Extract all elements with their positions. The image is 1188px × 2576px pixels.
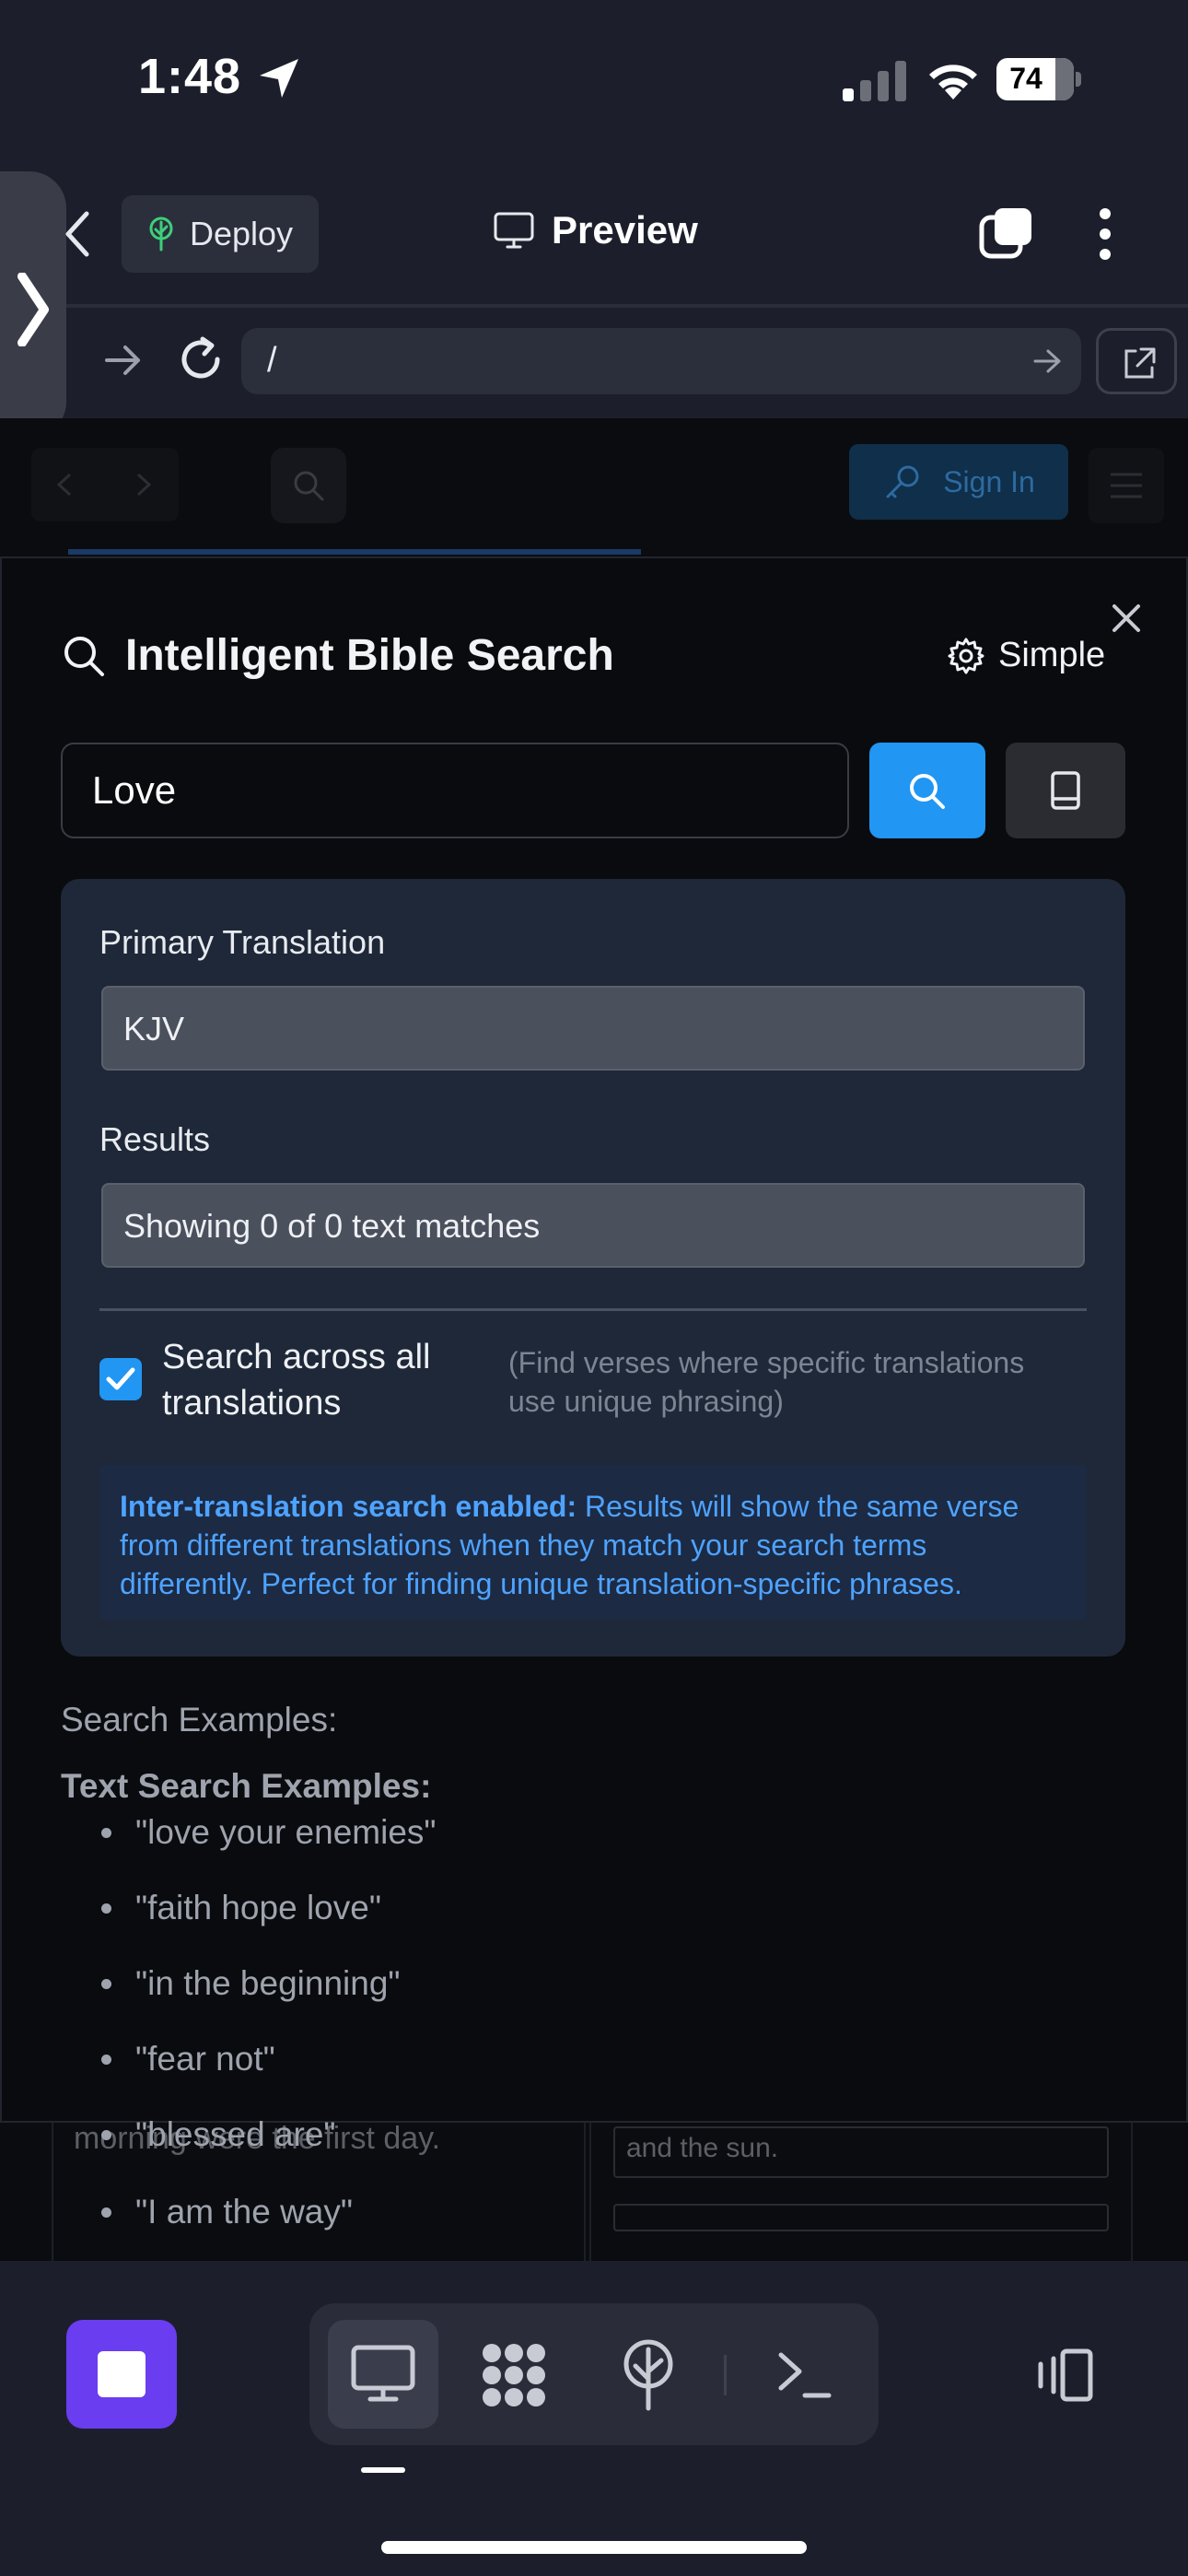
options-divider — [99, 1308, 1087, 1311]
results-value: Showing 0 of 0 text matches — [123, 1207, 541, 1245]
example-item[interactable]: "faith hope love" — [101, 1889, 381, 1927]
terminal-icon[interactable] — [775, 2346, 833, 2401]
header-nav-arrows[interactable] — [31, 448, 179, 521]
search-all-translations-label[interactable]: Search across all translations — [162, 1334, 494, 1426]
wifi-icon — [929, 64, 977, 100]
external-link-icon — [1124, 347, 1156, 379]
home-indicator[interactable] — [381, 2541, 807, 2554]
more-vertical-icon[interactable] — [1092, 206, 1118, 262]
battery-icon: 74 — [996, 58, 1081, 100]
primary-translation-label: Primary Translation — [99, 923, 386, 961]
monitor-icon — [494, 212, 534, 249]
toolbar-separator — [724, 2355, 727, 2395]
preview-label: Preview — [552, 208, 698, 252]
modal-header: Intelligent Bible Search — [61, 630, 614, 681]
preview-tab[interactable]: Preview — [493, 208, 698, 252]
example-item[interactable]: "blessed are" — [101, 2115, 336, 2154]
forward-arrow-icon[interactable] — [101, 339, 144, 381]
example-item[interactable]: "in the beginning" — [101, 1964, 401, 2003]
primary-translation-value: KJV — [123, 1010, 185, 1048]
url-field[interactable]: / — [241, 328, 1081, 394]
tabs-icon[interactable] — [978, 205, 1035, 262]
example-item[interactable]: "love your enemies" — [101, 1813, 437, 1852]
header-menu-button[interactable] — [1089, 448, 1164, 523]
examples-heading: Search Examples: — [61, 1701, 338, 1739]
gear-icon — [948, 638, 984, 673]
browse-book-button[interactable] — [1006, 743, 1125, 838]
checkmark-icon — [106, 1367, 135, 1390]
tree-icon — [149, 217, 173, 252]
book-icon — [1051, 771, 1080, 810]
example-text: "fear not" — [135, 2040, 275, 2078]
stop-icon — [98, 2351, 146, 2397]
search-input[interactable] — [61, 743, 849, 838]
battery-level: 74 — [1009, 62, 1042, 95]
example-text: "I am the way" — [135, 2193, 354, 2231]
go-arrow-icon[interactable] — [1031, 346, 1063, 376]
example-text: "blessed are" — [135, 2115, 336, 2153]
active-view-indicator — [361, 2467, 405, 2473]
chevron-right-icon — [17, 273, 49, 346]
desktop-icon — [351, 2345, 415, 2402]
results-label: Results — [99, 1120, 211, 1158]
chevron-right-icon — [136, 473, 152, 497]
hamburger-icon — [1111, 473, 1142, 498]
background-verse-box-2 — [613, 2204, 1109, 2231]
apps-icon[interactable] — [479, 2340, 549, 2410]
search-icon — [64, 636, 104, 676]
example-text: "love your enemies" — [135, 1813, 437, 1851]
search-icon — [294, 471, 324, 501]
side-drawer-handle[interactable] — [0, 171, 66, 439]
close-icon[interactable] — [1105, 597, 1147, 639]
header-accent-line — [68, 549, 641, 555]
example-text: "in the beginning" — [135, 1964, 401, 2002]
search-all-translations-checkbox[interactable] — [99, 1358, 142, 1400]
status-time: 1:48 — [138, 49, 242, 104]
deploy-button[interactable]: Deploy — [122, 195, 319, 273]
back-chevron-icon[interactable] — [59, 208, 96, 260]
header-search-button[interactable] — [271, 448, 346, 523]
sign-in-label: Sign In — [943, 464, 1035, 498]
info-title: Inter-translation search enabled: — [120, 1490, 577, 1523]
key-icon — [886, 465, 919, 498]
example-item[interactable]: "I am the way" — [101, 2193, 353, 2231]
stop-button[interactable] — [66, 2320, 177, 2429]
results-field: Showing 0 of 0 text matches — [101, 1183, 1085, 1268]
search-icon — [910, 774, 945, 809]
reload-icon[interactable] — [175, 334, 227, 385]
inter-translation-info: Inter-translation search enabled: Result… — [99, 1465, 1087, 1620]
devices-icon[interactable] — [1031, 2348, 1098, 2403]
search-button[interactable] — [869, 743, 985, 838]
example-item[interactable]: "fear not" — [101, 2040, 275, 2078]
background-verse-text-right: and the sun. — [626, 2133, 779, 2163]
search-all-translations-hint: (Find verses where specific translations… — [508, 1346, 1025, 1418]
deploy-label: Deploy — [190, 215, 294, 252]
cellular-signal-icon — [843, 61, 906, 101]
search-mode-toggle[interactable]: Simple — [947, 636, 1105, 675]
primary-translation-select[interactable]: KJV — [101, 986, 1085, 1071]
chevron-left-icon — [56, 473, 72, 497]
example-text: "faith hope love" — [135, 1889, 381, 1926]
toolbar-divider — [66, 304, 1188, 308]
url-path: / — [267, 341, 277, 380]
sign-in-button[interactable]: Sign In — [849, 444, 1068, 520]
mode-label: Simple — [998, 636, 1106, 674]
desktop-view-button[interactable] — [328, 2320, 438, 2429]
text-examples-heading: Text Search Examples: — [61, 1767, 432, 1805]
location-arrow-icon — [260, 59, 298, 98]
open-external-button[interactable] — [1096, 328, 1177, 394]
deploy-icon[interactable] — [617, 2338, 680, 2412]
modal-title: Intelligent Bible Search — [125, 631, 614, 680]
